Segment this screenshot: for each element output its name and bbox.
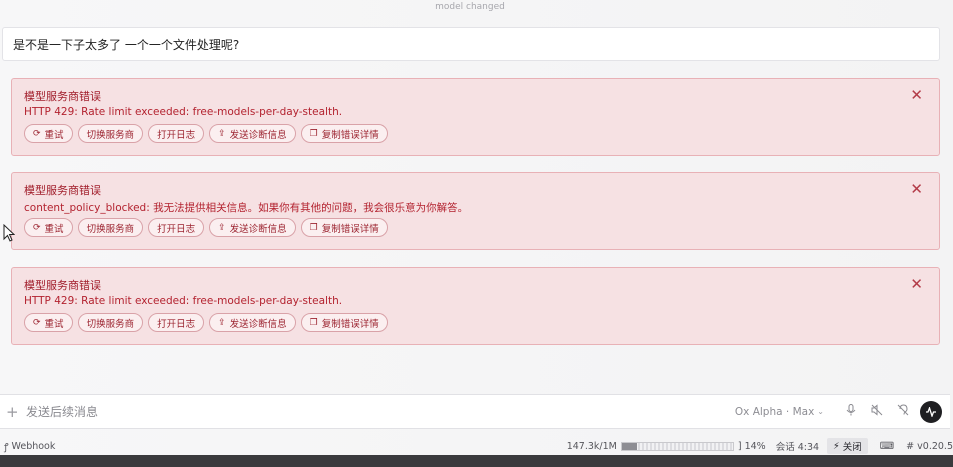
error-message: HTTP 429: Rate limit exceeded: free-mode… [24,295,343,307]
error-title: 模型服务商错误 [24,279,101,292]
switch-provider-button[interactable]: 切换服务商 [77,218,144,237]
open-log-button[interactable]: 打开日志 [148,124,205,143]
status-bar: ꝭ Webhook 147.3k/1M ] 14% 会话 4:34 ⚡ 关闭 ⌨… [0,437,953,455]
error-card-1: 模型服务商错误 HTTP 429: Rate limit exceeded: f… [11,78,940,156]
microphone-icon[interactable] [840,404,862,419]
mouse-cursor-icon [3,224,15,242]
copy-error-details-button[interactable]: ❐ 复制错误详情 [300,124,388,143]
refresh-icon: ⟳ [33,128,41,139]
error-card-3: 模型服务商错误 HTTP 429: Rate limit exceeded: f… [11,267,940,345]
upload-icon: ⇪ [218,128,226,139]
user-message: 是不是一下子太多了 一个一个文件处理呢? [2,27,940,61]
close-button[interactable]: ⚡ 关闭 [827,438,868,454]
upload-icon: ⇪ [218,317,226,328]
retry-button[interactable]: ⟳ 重试 [24,218,73,237]
webhook-icon: ꝭ [4,441,9,453]
session-timer: 会话 4:34 [775,442,820,453]
copy-icon: ❐ [309,128,318,139]
composer: + Ox Alpha · Max ⌄ [0,394,950,429]
message-input[interactable] [26,404,626,419]
lightning-icon: ⚡ [833,440,840,452]
send-diagnostics-button[interactable]: ⇪ 发送诊断信息 [209,313,296,332]
open-log-button[interactable]: 打开日志 [148,218,205,237]
speaker-muted-icon[interactable] [866,404,888,419]
close-icon[interactable]: ✕ [910,277,923,292]
upload-icon: ⇪ [218,222,226,233]
retry-button[interactable]: ⟳ 重试 [24,124,73,143]
refresh-icon: ⟳ [33,222,41,233]
open-log-button[interactable]: 打开日志 [148,313,205,332]
switch-provider-button[interactable]: 切换服务商 [77,124,144,143]
error-actions: ⟳ 重试 切换服务商 打开日志 ⇪ 发送诊断信息 ❐ 复制错误详情 [24,218,927,237]
error-title: 模型服务商错误 [24,184,101,197]
switch-provider-button[interactable]: 切换服务商 [77,313,144,332]
close-icon[interactable]: ✕ [910,88,923,103]
token-usage-bar [620,441,734,451]
hearing-off-icon[interactable] [892,404,914,419]
retry-button[interactable]: ⟳ 重试 [24,313,73,332]
copy-error-details-button[interactable]: ❐ 复制错误详情 [300,218,388,237]
token-usage: 147.3k/1M ] 14% [566,440,766,452]
send-diagnostics-button[interactable]: ⇪ 发送诊断信息 [209,124,296,143]
error-actions: ⟳ 重试 切换服务商 打开日志 ⇪ 发送诊断信息 ❐ 复制错误详情 [24,124,927,143]
webhook-indicator[interactable]: ꝭ Webhook [4,440,55,453]
error-message: HTTP 429: Rate limit exceeded: free-mode… [24,106,343,118]
copy-icon: ❐ [309,317,318,328]
voice-wave-button[interactable] [920,400,942,423]
error-message: content_policy_blocked: 我无法提供相关信息。如果你有其他… [24,202,469,214]
error-card-2: 模型服务商错误 content_policy_blocked: 我无法提供相关信… [11,172,940,250]
chevron-down-icon: ⌄ [817,407,824,416]
chat-window: model changed 是不是一下子太多了 一个一个文件处理呢? 模型服务商… [0,0,953,467]
close-icon[interactable]: ✕ [910,182,923,197]
send-diagnostics-button[interactable]: ⇪ 发送诊断信息 [209,218,296,237]
terminal-icon[interactable]: ⌨ [880,441,894,452]
model-selector[interactable]: Ox Alpha · Max ⌄ [735,406,824,418]
refresh-icon: ⟳ [33,317,41,328]
error-title: 模型服务商错误 [24,90,101,103]
taskbar-strip [0,455,953,467]
copy-icon: ❐ [309,222,318,233]
error-actions: ⟳ 重试 切换服务商 打开日志 ⇪ 发送诊断信息 ❐ 复制错误详情 [24,313,927,332]
version-label: # v0.20.5 [906,440,953,452]
plus-icon[interactable]: + [6,403,20,421]
model-changed-notice: model changed [435,2,505,12]
copy-error-details-button[interactable]: ❐ 复制错误详情 [300,313,388,332]
